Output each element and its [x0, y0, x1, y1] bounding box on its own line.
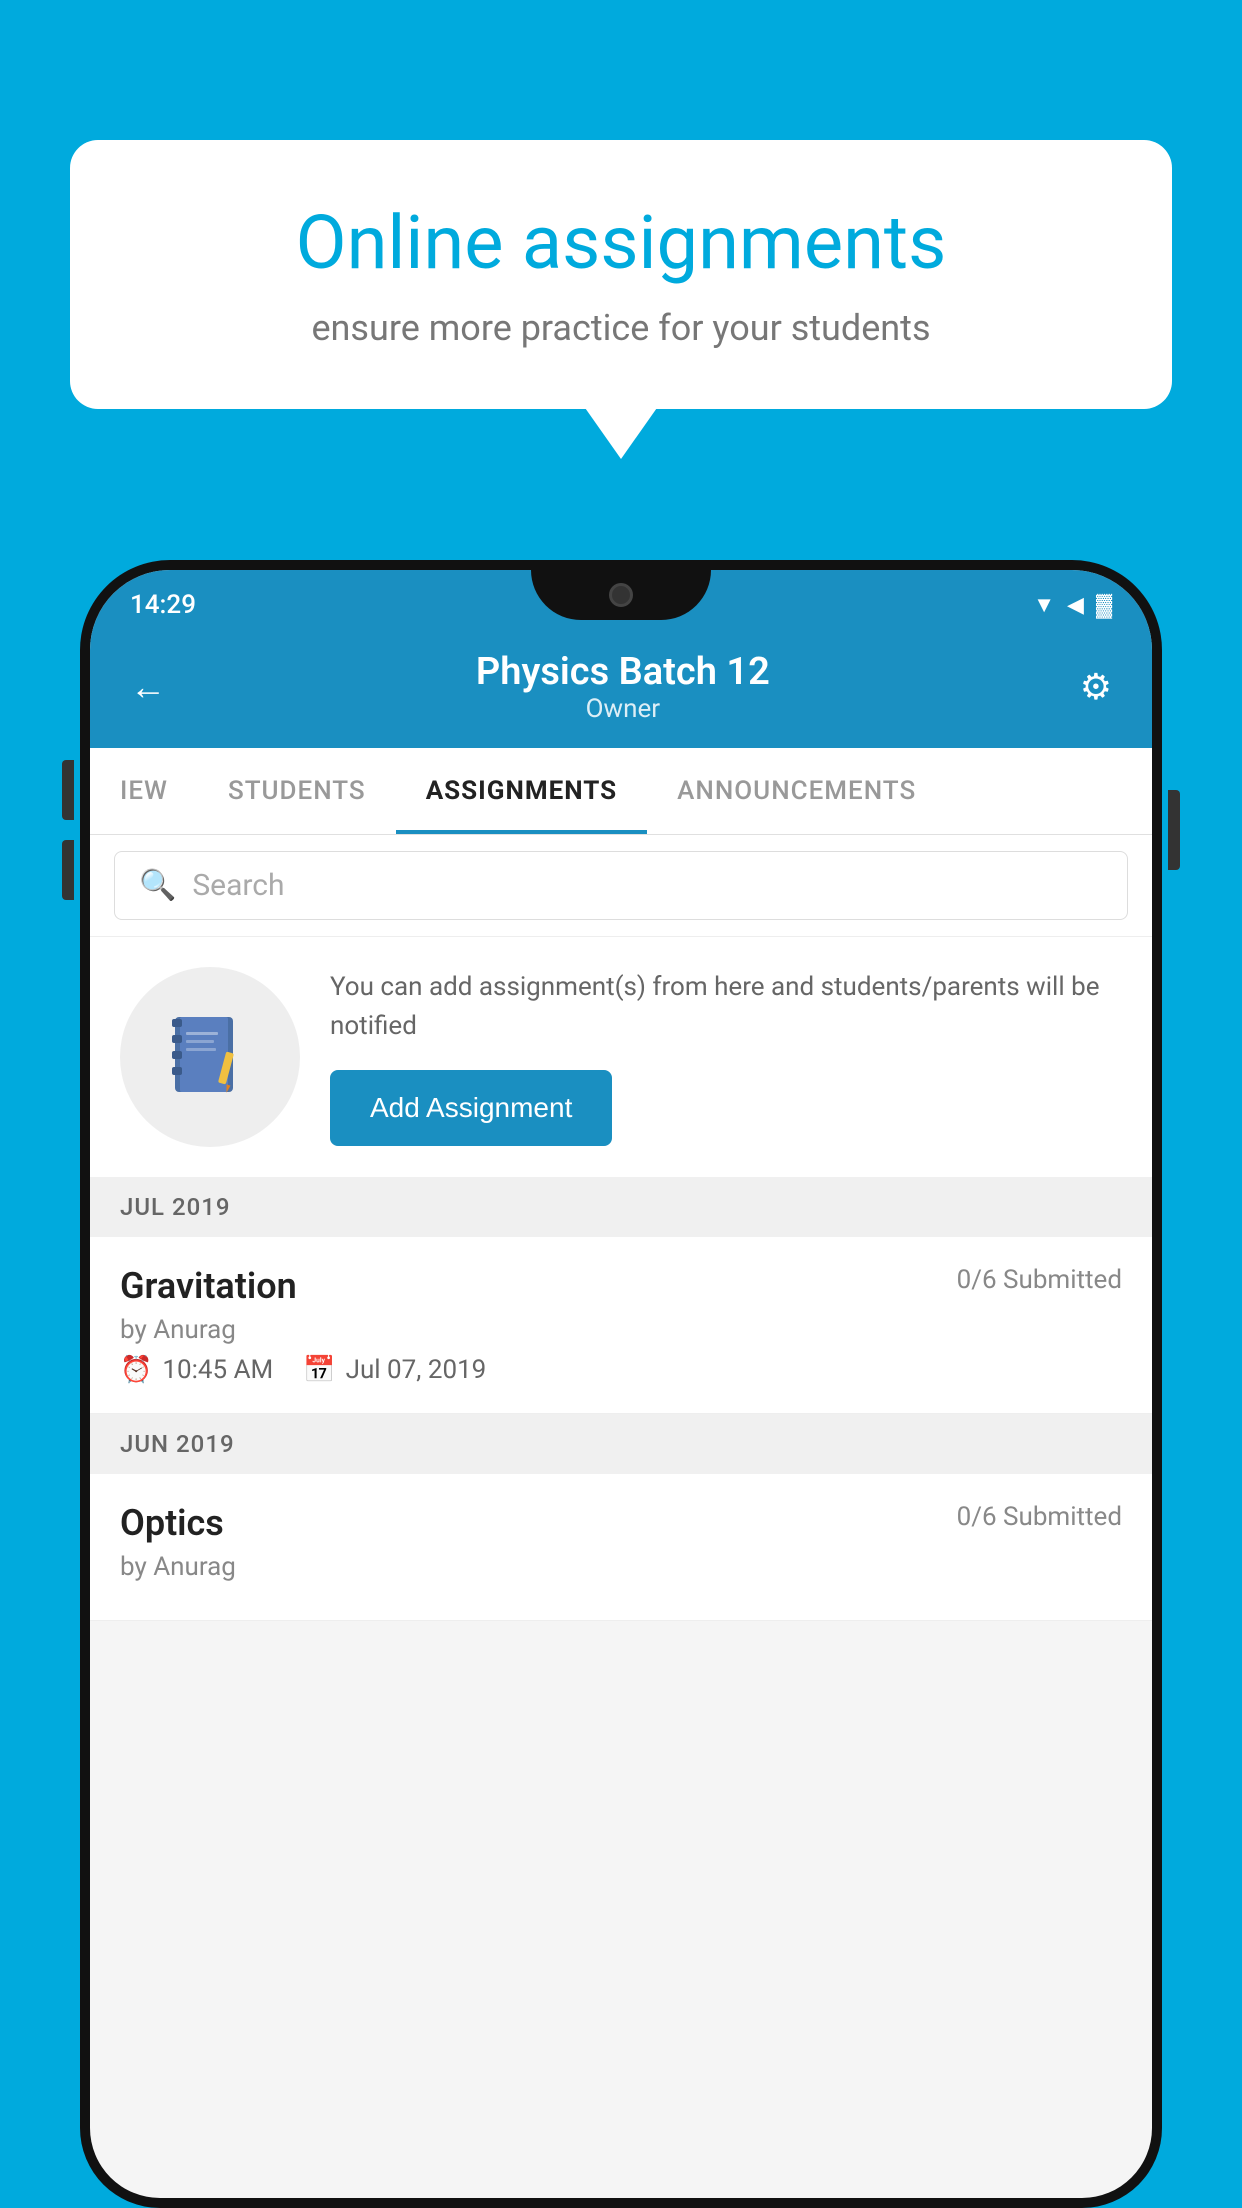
speech-bubble-section: Online assignments ensure more practice …: [70, 140, 1172, 409]
signal-icon: ◀: [1067, 593, 1084, 618]
phone-notch: [531, 570, 711, 620]
assignment-item-optics[interactable]: Optics 0/6 Submitted by Anurag: [90, 1474, 1152, 1621]
settings-button[interactable]: ⚙: [1080, 666, 1112, 708]
phone-device: 14:29 ▼ ◀ ▓ ← Physics Batch 12 Owner ⚙ I…: [80, 560, 1162, 2208]
calendar-icon: 📅: [303, 1355, 335, 1385]
batch-title: Physics Batch 12: [476, 650, 770, 694]
volume-up-button: [62, 760, 74, 820]
notebook-icon: [160, 1007, 260, 1107]
status-icons: ▼ ◀ ▓: [1033, 592, 1112, 618]
back-button[interactable]: ←: [130, 666, 166, 708]
meta-time: ⏰ 10:45 AM: [120, 1355, 273, 1385]
assignment-by: by Anurag: [120, 1315, 1122, 1345]
battery-icon: ▓: [1096, 592, 1112, 618]
promo-section: You can add assignment(s) from here and …: [90, 936, 1152, 1177]
tab-iew[interactable]: IEW: [90, 748, 198, 834]
volume-down-button: [62, 840, 74, 900]
meta-date: 📅 Jul 07, 2019: [303, 1355, 486, 1385]
promo-content: You can add assignment(s) from here and …: [330, 968, 1122, 1146]
tab-announcements[interactable]: ANNOUNCEMENTS: [647, 748, 946, 834]
assignment-meta: ⏰ 10:45 AM 📅 Jul 07, 2019: [120, 1355, 1122, 1385]
assignment-submitted-optics: 0/6 Submitted: [957, 1502, 1122, 1532]
status-time: 14:29: [130, 590, 196, 620]
front-camera: [609, 583, 633, 607]
assignment-item-gravitation[interactable]: Gravitation 0/6 Submitted by Anurag ⏰ 10…: [90, 1237, 1152, 1414]
speech-bubble: Online assignments ensure more practice …: [70, 140, 1172, 409]
month-separator-jul: JUL 2019: [90, 1177, 1152, 1237]
search-placeholder: Search: [192, 868, 284, 903]
promo-description: You can add assignment(s) from here and …: [330, 968, 1122, 1046]
wifi-icon: ▼: [1033, 592, 1055, 618]
tab-assignments[interactable]: ASSIGNMENTS: [396, 748, 647, 834]
assignment-top-row-optics: Optics 0/6 Submitted: [120, 1502, 1122, 1544]
assignment-by-optics: by Anurag: [120, 1552, 1122, 1582]
phone-outer-shell: 14:29 ▼ ◀ ▓ ← Physics Batch 12 Owner ⚙ I…: [80, 560, 1162, 2208]
assignment-top-row: Gravitation 0/6 Submitted: [120, 1265, 1122, 1307]
tab-students[interactable]: STUDENTS: [198, 748, 396, 834]
header-center: Physics Batch 12 Owner: [476, 650, 770, 724]
search-box[interactable]: 🔍 Search: [114, 851, 1128, 920]
assignment-title: Gravitation: [120, 1265, 297, 1307]
promo-icon-circle: [120, 967, 300, 1147]
assignment-title-optics: Optics: [120, 1502, 224, 1544]
tabs-bar: IEW STUDENTS ASSIGNMENTS ANNOUNCEMENTS: [90, 748, 1152, 835]
power-button: [1168, 790, 1180, 870]
add-assignment-button[interactable]: Add Assignment: [330, 1070, 612, 1146]
assignment-submitted: 0/6 Submitted: [957, 1265, 1122, 1295]
month-separator-jun: JUN 2019: [90, 1414, 1152, 1474]
phone-screen: 14:29 ▼ ◀ ▓ ← Physics Batch 12 Owner ⚙ I…: [90, 570, 1152, 2198]
search-icon: 🔍: [139, 868, 176, 903]
speech-bubble-title: Online assignments: [140, 200, 1102, 287]
batch-role: Owner: [476, 694, 770, 724]
search-container: 🔍 Search: [90, 835, 1152, 936]
clock-icon: ⏰: [120, 1355, 152, 1385]
app-header: ← Physics Batch 12 Owner ⚙: [90, 630, 1152, 748]
speech-bubble-subtitle: ensure more practice for your students: [140, 307, 1102, 349]
